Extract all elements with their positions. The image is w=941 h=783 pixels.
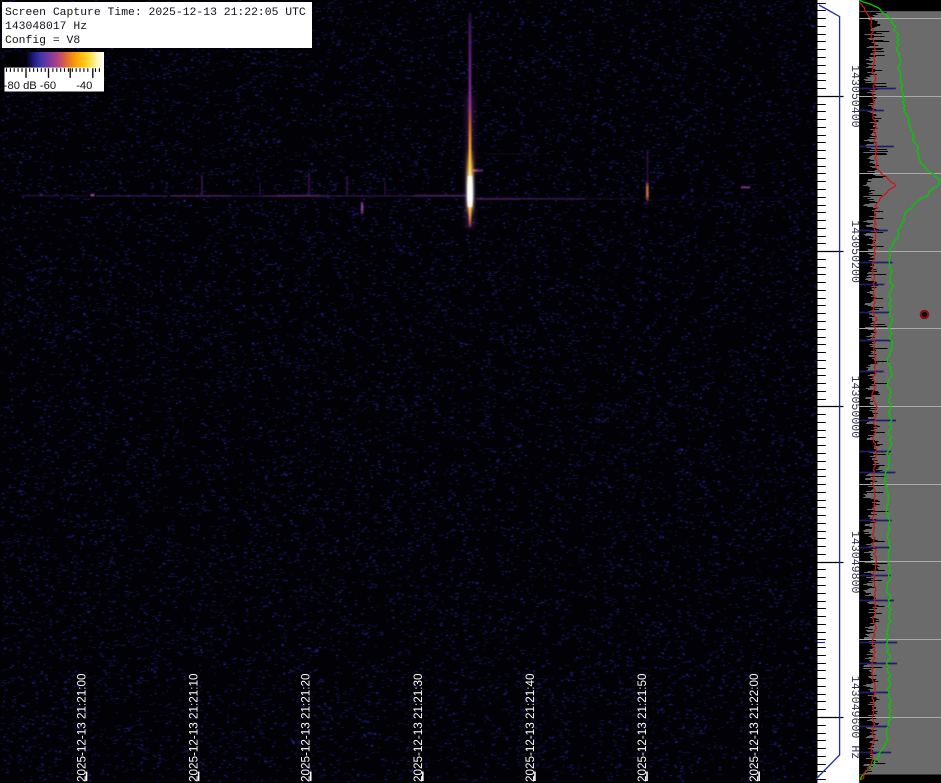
svg-text:2025-12-13 21:21:10: 2025-12-13 21:21:10 bbox=[188, 673, 201, 782]
svg-text:2025-12-13 21:21:40: 2025-12-13 21:21:40 bbox=[524, 673, 537, 782]
svg-text:2025-12-13 21:21:00: 2025-12-13 21:21:00 bbox=[76, 673, 89, 782]
svg-text:143050000: 143050000 bbox=[848, 376, 861, 439]
svg-text:-80 dB -60: -80 dB -60 bbox=[4, 80, 56, 92]
svg-text:-40: -40 bbox=[76, 80, 92, 92]
svg-text:2025-12-13 21:21:50: 2025-12-13 21:21:50 bbox=[636, 673, 649, 782]
svg-text:143050400: 143050400 bbox=[848, 65, 861, 128]
svg-text:Config = V8: Config = V8 bbox=[5, 35, 80, 47]
svg-text:143049800: 143049800 bbox=[848, 531, 861, 594]
svg-text:2025-12-13 21:21:20: 2025-12-13 21:21:20 bbox=[300, 673, 313, 782]
svg-text:2025-12-13 21:21:30: 2025-12-13 21:21:30 bbox=[412, 673, 425, 782]
svg-text:Screen Capture Time: 2025-12-1: Screen Capture Time: 2025-12-13 21:22:05… bbox=[5, 7, 306, 19]
svg-text:143048017 Hz: 143048017 Hz bbox=[5, 21, 87, 33]
svg-text:143049600 Hz: 143049600 Hz bbox=[848, 676, 861, 760]
svg-text:143050200: 143050200 bbox=[848, 220, 861, 283]
svg-text:2025-12-13 21:22:00: 2025-12-13 21:22:00 bbox=[748, 673, 761, 782]
